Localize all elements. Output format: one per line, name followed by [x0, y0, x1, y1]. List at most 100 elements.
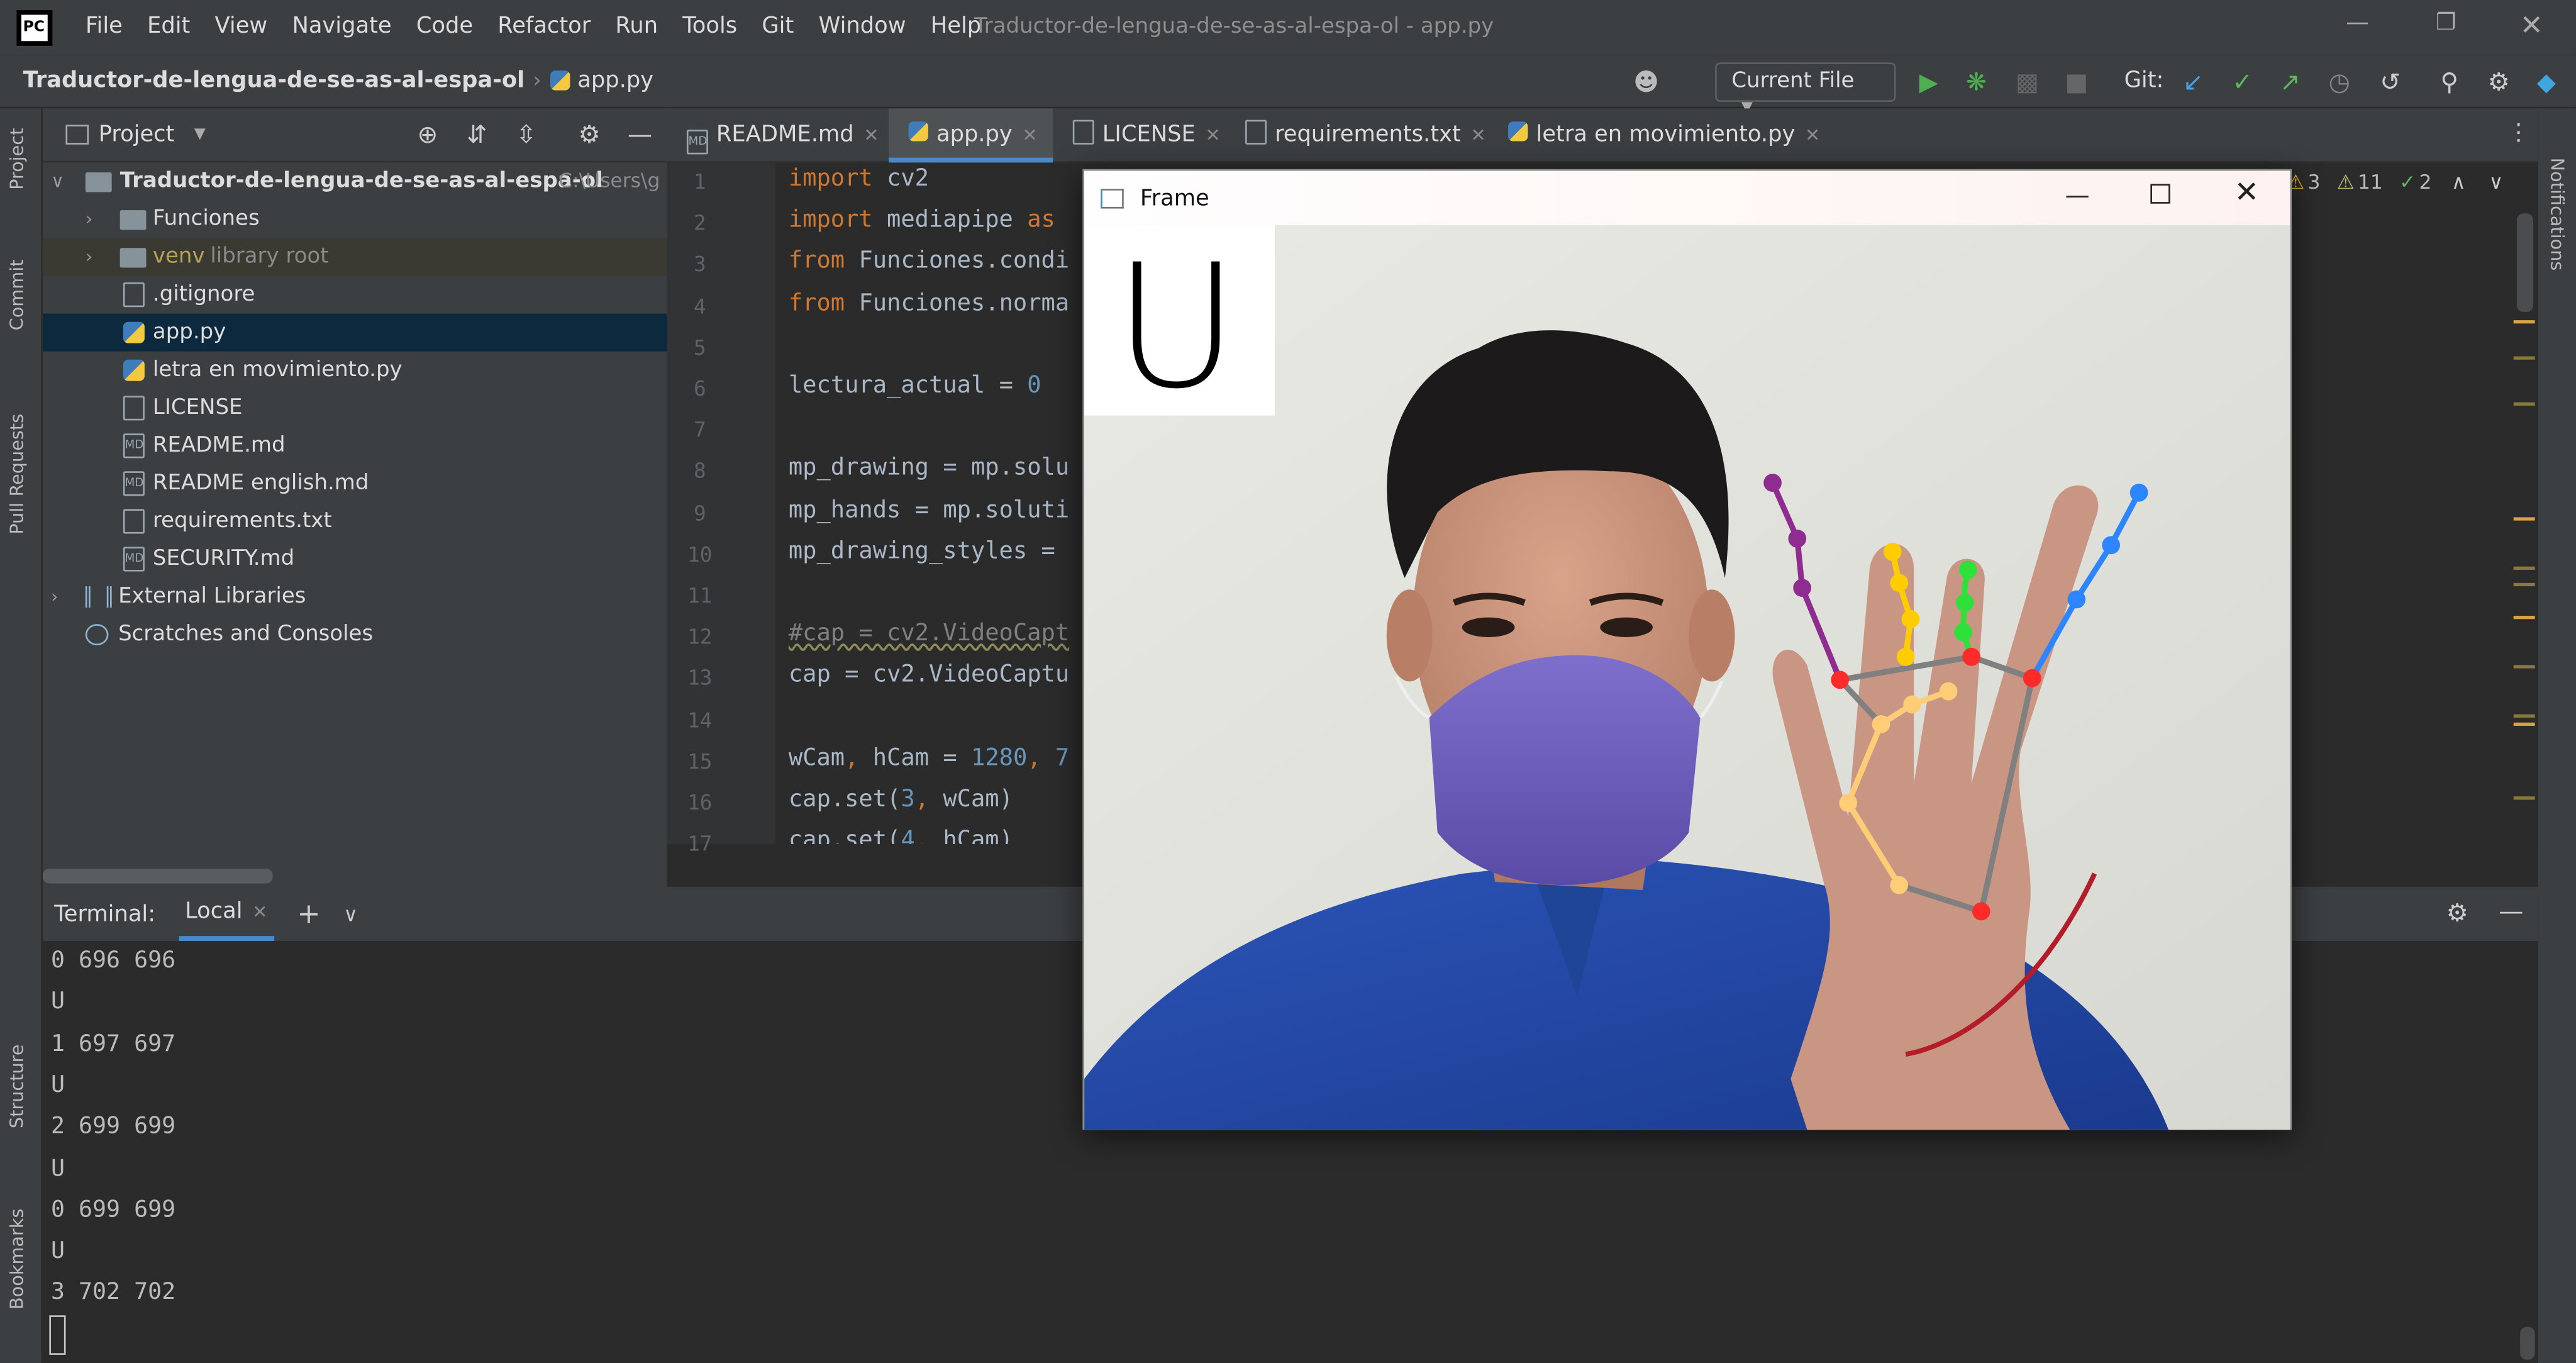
stripe-marker[interactable]: [2513, 402, 2535, 406]
locate-icon[interactable]: ⊕: [417, 120, 438, 150]
code-line[interactable]: cap = cv2.VideoCaptu: [789, 662, 1069, 689]
opencv-frame-window[interactable]: Frame — ✕ U: [1082, 169, 2292, 1130]
code-line[interactable]: cap.set(4, hCam): [789, 828, 1013, 844]
close-tab-icon[interactable]: ✕: [1470, 125, 1485, 146]
git-commit-icon[interactable]: ✓: [2226, 65, 2259, 98]
more-tabs-icon[interactable]: ⋮: [2507, 120, 2530, 147]
expand-all-icon[interactable]: ⇵: [467, 120, 487, 150]
stripe-marker[interactable]: [2513, 665, 2535, 669]
git-update-icon[interactable]: ↙: [2177, 65, 2209, 98]
close-tab-icon[interactable]: ✕: [252, 901, 267, 922]
minimize-icon[interactable]: —: [2065, 181, 2090, 210]
tree-item-readme-english[interactable]: MD README english.md: [43, 465, 667, 503]
tab-license[interactable]: LICENSE ✕: [1053, 108, 1225, 162]
tree-item-root[interactable]: ∨ Traductor-de-lengua-de-se-as-al-espa-o…: [43, 162, 667, 200]
chevron-down-icon[interactable]: ▼: [194, 126, 206, 143]
code-line[interactable]: from Funciones.condi: [789, 248, 1069, 275]
hide-icon[interactable]: —: [628, 120, 652, 150]
next-highlight-icon[interactable]: ∨: [2489, 171, 2503, 194]
stripe-bookmarks[interactable]: Bookmarks: [6, 1209, 28, 1310]
gear-icon[interactable]: ⚙: [2446, 898, 2468, 928]
tab-letra-en-movimiento[interactable]: letra en movimiento.py ✕: [1489, 108, 1834, 162]
breadcrumb-project[interactable]: Traductor-de-lengua-de-se-as-al-espa-ol: [23, 67, 525, 94]
stripe-notifications[interactable]: Notifications: [2546, 158, 2568, 271]
close-tab-icon[interactable]: ✕: [1805, 125, 1820, 146]
menu-run[interactable]: Run: [615, 13, 658, 40]
history-icon[interactable]: ◷: [2323, 65, 2356, 98]
tree-item-letra-py[interactable]: letra en movimiento.py: [43, 352, 667, 389]
close-icon[interactable]: ✕: [2514, 10, 2550, 46]
run-configuration-select[interactable]: Current File ▼: [1715, 62, 1896, 116]
stripe-structure[interactable]: Structure: [6, 1044, 28, 1128]
code-line[interactable]: lectura_actual = 0: [789, 373, 1041, 399]
collapse-all-icon[interactable]: ⇳: [516, 120, 536, 150]
menu-tools[interactable]: Tools: [682, 13, 737, 40]
maximize-icon[interactable]: [2150, 184, 2170, 204]
rollback-icon[interactable]: ↺: [2374, 65, 2407, 98]
close-tab-icon[interactable]: ✕: [1022, 125, 1037, 146]
code-line[interactable]: wCam, hCam = 1280, 7: [789, 745, 1069, 772]
coverage-icon[interactable]: ▩: [2011, 65, 2043, 98]
stripe-marker[interactable]: [2513, 566, 2535, 570]
close-tab-icon[interactable]: ✕: [1205, 125, 1220, 146]
tree-item-readme[interactable]: MD README.md: [43, 427, 667, 465]
tab-app-py[interactable]: app.py ✕: [889, 108, 1053, 163]
tree-item-requirements[interactable]: requirements.txt: [43, 503, 667, 540]
stripe-marker[interactable]: [2513, 582, 2535, 587]
horizontal-scrollbar[interactable]: [42, 869, 273, 884]
tree-item-external-libraries[interactable]: › External Libraries: [43, 578, 667, 616]
restore-icon[interactable]: ❐: [2428, 10, 2464, 46]
search-icon[interactable]: ⚲: [2433, 65, 2466, 98]
close-tab-icon[interactable]: ✕: [863, 125, 879, 146]
menu-edit[interactable]: Edit: [147, 13, 190, 40]
menu-navigate[interactable]: Navigate: [292, 13, 391, 40]
tree-item-security[interactable]: MD SECURITY.md: [43, 540, 667, 578]
git-push-icon[interactable]: ↗: [2273, 65, 2306, 98]
new-terminal-icon[interactable]: +: [297, 898, 320, 930]
tab-requirements[interactable]: requirements.txt ✕: [1226, 108, 1489, 162]
stripe-marker[interactable]: [2513, 616, 2535, 620]
tree-item-venv[interactable]: › venv library root: [42, 238, 667, 276]
previous-highlight-icon[interactable]: ∧: [2451, 171, 2466, 194]
terminal-scrollbar[interactable]: [2520, 1327, 2535, 1360]
code-line[interactable]: #cap = cv2.VideoCapt: [789, 621, 1069, 647]
gear-icon[interactable]: ⚙: [578, 120, 600, 150]
breadcrumb-file[interactable]: app.py: [577, 67, 653, 94]
menu-file[interactable]: File: [86, 13, 123, 40]
user-icon[interactable]: ☻: [1629, 65, 1662, 98]
jetbrains-ai-icon[interactable]: ◆: [2530, 65, 2563, 98]
menu-git[interactable]: Git: [762, 13, 794, 40]
inspection-widget[interactable]: ⚠ 3 ⚠ 11 ✓ 2 ∧ ∨: [2287, 171, 2503, 194]
run-icon[interactable]: ▶: [1913, 65, 1945, 98]
stripe-marker[interactable]: [2513, 714, 2535, 718]
stripe-marker[interactable]: [2513, 320, 2535, 324]
stripe-marker[interactable]: [2513, 517, 2535, 521]
menu-code[interactable]: Code: [416, 13, 473, 40]
menu-view[interactable]: View: [215, 13, 268, 40]
code-line[interactable]: import cv2: [789, 166, 929, 192]
stripe-marker[interactable]: [2513, 356, 2535, 360]
gear-icon[interactable]: ⚙: [2482, 65, 2515, 98]
hide-icon[interactable]: —: [2499, 896, 2523, 926]
tree-item-gitignore[interactable]: .gitignore: [43, 276, 667, 314]
chevron-right-icon[interactable]: ›: [86, 201, 93, 238]
chevron-right-icon[interactable]: ›: [86, 238, 93, 276]
code-line[interactable]: mp_drawing = mp.solu: [789, 455, 1069, 482]
code-line[interactable]: cap.set(3, wCam): [789, 787, 1013, 813]
menu-refactor[interactable]: Refactor: [497, 13, 591, 40]
stripe-marker[interactable]: [2513, 796, 2535, 800]
tree-item-scratches[interactable]: Scratches and Consoles: [43, 616, 667, 654]
close-icon[interactable]: ✕: [2235, 175, 2259, 210]
tree-item-funciones[interactable]: › Funciones: [43, 201, 667, 238]
code-line[interactable]: mp_drawing_styles =: [789, 538, 1069, 565]
minimize-icon[interactable]: —: [2340, 10, 2375, 46]
frame-titlebar[interactable]: Frame — ✕: [1084, 170, 2290, 225]
editor-vertical-scrollbar[interactable]: [2516, 213, 2534, 313]
code-line[interactable]: from Funciones.norma: [789, 290, 1069, 316]
tree-item-app-py[interactable]: app.py: [42, 313, 667, 352]
chevron-right-icon[interactable]: ›: [51, 578, 58, 616]
stop-icon[interactable]: ■: [2060, 65, 2093, 98]
stripe-marker[interactable]: [2513, 722, 2535, 726]
project-pane-title[interactable]: Project: [99, 121, 175, 148]
terminal-tab-local[interactable]: Local ✕: [178, 887, 274, 941]
